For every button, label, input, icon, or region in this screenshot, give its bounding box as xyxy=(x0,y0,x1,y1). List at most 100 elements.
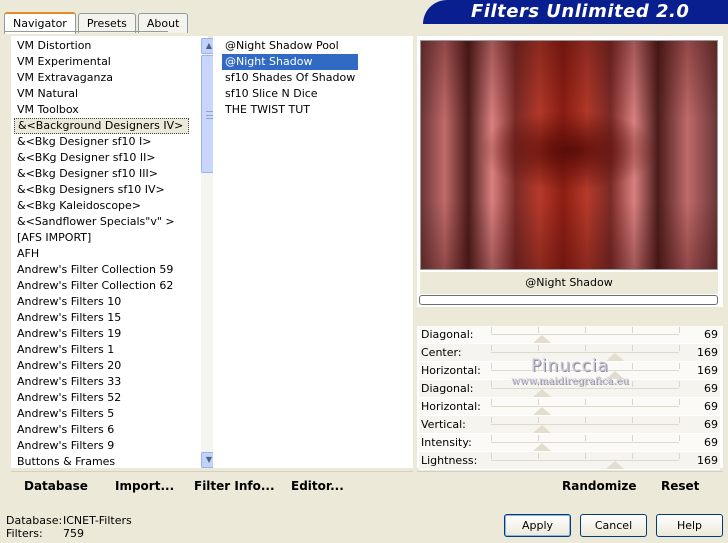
filter-item[interactable]: sf10 Shades Of Shadow xyxy=(222,70,358,86)
slider-knob-icon[interactable] xyxy=(532,389,551,397)
filter-item[interactable]: @Night Shadow xyxy=(222,54,359,70)
slider-knob-icon[interactable] xyxy=(606,371,625,379)
category-list-panel[interactable]: VM Distortion VM Experimental VM Extravaga… xyxy=(11,36,217,470)
database-button[interactable]: Database xyxy=(24,479,88,493)
cancel-button[interactable]: Cancel xyxy=(580,514,647,537)
slider-knob-icon[interactable] xyxy=(532,335,551,343)
filter-info-button[interactable]: Filter Info... xyxy=(194,479,275,493)
tab-strip: Navigator Presets About xyxy=(4,11,190,34)
parameter-label: Diagonal: xyxy=(421,328,474,341)
slider-track[interactable] xyxy=(491,435,680,443)
parameter-label: Horizontal: xyxy=(421,364,481,377)
category-item[interactable]: &<Bkg Designer sf10 III> xyxy=(14,166,189,182)
category-item[interactable]: Andrew's Filters 10 xyxy=(14,294,189,310)
category-item[interactable]: AFH xyxy=(14,246,189,262)
parameter-value: 169 xyxy=(697,346,718,359)
category-item[interactable]: &<Background Designers IV> xyxy=(14,118,189,134)
slider-track[interactable] xyxy=(491,327,680,335)
import-button[interactable]: Import... xyxy=(115,479,174,493)
slider-track[interactable] xyxy=(491,399,680,407)
parameter-value: 69 xyxy=(704,382,718,395)
parameter-row[interactable]: Intensity: 69 xyxy=(419,434,720,452)
app-title-banner: Filters Unlimited 2.0 xyxy=(423,0,728,24)
preview-image xyxy=(420,40,718,270)
category-item[interactable]: VM Extravaganza xyxy=(14,70,189,86)
category-item[interactable]: Andrew's Filter Collection 62 xyxy=(14,278,189,294)
category-item[interactable]: Andrew's Filters 5 xyxy=(14,406,189,422)
parameter-sliders[interactable]: Diagonal: 69 Center: 169 Horizontal: 169 Diago… xyxy=(419,326,720,470)
parameter-row[interactable]: Horizontal: 69 xyxy=(419,398,720,416)
category-item[interactable]: Andrew's Filter Collection 59 xyxy=(14,262,189,278)
reset-button[interactable]: Reset xyxy=(661,479,699,493)
filter-item[interactable]: sf10 Slice N Dice xyxy=(222,86,358,102)
category-item[interactable]: [AFS IMPORT] xyxy=(14,230,189,246)
category-item[interactable]: VM Toolbox xyxy=(14,102,189,118)
category-item[interactable]: Andrew's Filters 6 xyxy=(14,422,189,438)
parameter-label: Vertical: xyxy=(421,418,466,431)
filters-count-value: 759 xyxy=(63,527,84,540)
parameter-label: Intensity: xyxy=(421,436,472,449)
tab-divider xyxy=(4,31,168,32)
right-toolbar: Randomize Reset xyxy=(417,471,723,499)
slider-track[interactable] xyxy=(491,381,680,389)
category-item[interactable]: Andrew's Filters 9 xyxy=(14,438,189,454)
category-item[interactable]: Andrew's Filters 19 xyxy=(14,326,189,342)
parameter-label: Diagonal: xyxy=(421,382,474,395)
parameter-row[interactable]: Center: 169 xyxy=(419,344,720,362)
category-item[interactable]: Andrew's Filters 52 xyxy=(14,390,189,406)
slider-track[interactable] xyxy=(491,345,680,353)
tab-presets[interactable]: Presets xyxy=(77,13,136,33)
slider-knob-icon[interactable] xyxy=(606,461,625,469)
category-item[interactable]: Buttons & Frames xyxy=(14,454,189,470)
status-info: Database:ICNET-Filters Filters: 759 xyxy=(6,514,132,540)
left-toolbar: Database Import... Filter Info... Editor… xyxy=(11,471,413,499)
parameter-label: Center: xyxy=(421,346,462,359)
category-item[interactable]: &<Bkg Designer sf10 I> xyxy=(14,134,189,150)
parameter-row[interactable]: Diagonal: 69 xyxy=(419,326,720,344)
filters-count-label: Filters: xyxy=(6,527,43,540)
slider-knob-icon[interactable] xyxy=(532,407,551,415)
filter-item[interactable]: @Night Shadow Pool xyxy=(222,38,358,54)
category-item[interactable]: VM Distortion xyxy=(14,38,189,54)
slider-knob-icon[interactable] xyxy=(532,443,551,451)
category-item[interactable]: Andrew's Filters 15 xyxy=(14,310,189,326)
help-button[interactable]: Help xyxy=(656,514,723,537)
category-item[interactable]: Andrew's Filters 20 xyxy=(14,358,189,374)
category-item[interactable]: Andrew's Filters 1 xyxy=(14,342,189,358)
category-list[interactable]: VM Distortion VM Experimental VM Extravaga… xyxy=(14,38,189,470)
parameter-value: 69 xyxy=(704,436,718,449)
slider-track[interactable] xyxy=(491,417,680,425)
slider-track[interactable] xyxy=(491,363,680,371)
parameter-value: 69 xyxy=(704,328,718,341)
slider-knob-icon[interactable] xyxy=(532,425,551,433)
category-item[interactable]: &<Bkg Designers sf10 IV> xyxy=(14,182,189,198)
slider-track[interactable] xyxy=(491,453,680,461)
parameter-row[interactable]: Horizontal: 169 xyxy=(419,362,720,380)
randomize-button[interactable]: Randomize xyxy=(562,479,636,493)
category-item[interactable]: VM Experimental xyxy=(14,54,189,70)
database-label: Database: xyxy=(6,514,63,527)
parameter-row[interactable]: Diagonal: 69 xyxy=(419,380,720,398)
category-item[interactable]: VM Natural xyxy=(14,86,189,102)
parameter-value: 69 xyxy=(704,418,718,431)
parameter-label: Horizontal: xyxy=(421,400,481,413)
tab-about[interactable]: About xyxy=(137,13,189,33)
slider-knob-icon[interactable] xyxy=(606,353,625,361)
parameter-row[interactable]: Vertical: 69 xyxy=(419,416,720,434)
parameter-value: 169 xyxy=(697,364,718,377)
category-item[interactable]: Andrew's Filters 33 xyxy=(14,374,189,390)
parameter-value: 69 xyxy=(704,400,718,413)
filter-item[interactable]: THE TWIST TUT xyxy=(222,102,358,118)
category-item[interactable]: &<Sandflower Specials"v" > xyxy=(14,214,189,230)
parameter-label: Lightness: xyxy=(421,454,478,467)
editor-button[interactable]: Editor... xyxy=(291,479,344,493)
filter-list[interactable]: @Night Shadow Pool @Night Shadow sf10 Shad… xyxy=(222,38,359,118)
category-item[interactable]: &<BKg Designer sf10 II> xyxy=(14,150,189,166)
apply-button[interactable]: Apply xyxy=(504,514,571,537)
filter-list-panel[interactable]: @Night Shadow Pool @Night Shadow sf10 Shad… xyxy=(213,36,413,468)
preview-filter-name: @Night Shadow xyxy=(420,272,718,294)
database-value: ICNET-Filters xyxy=(63,514,132,527)
category-item[interactable]: &<Bkg Kaleidoscope> xyxy=(14,198,189,214)
progress-bar xyxy=(419,295,718,305)
parameter-row[interactable]: Lightness: 169 xyxy=(419,452,720,470)
